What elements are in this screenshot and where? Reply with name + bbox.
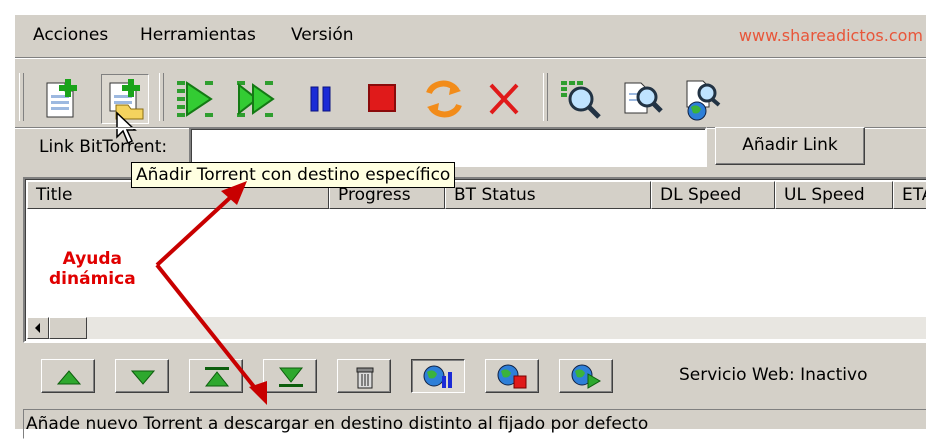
app-window: Acciones Herramientas Versión www.sharea… xyxy=(14,14,926,439)
annotation-arrows xyxy=(155,181,267,405)
